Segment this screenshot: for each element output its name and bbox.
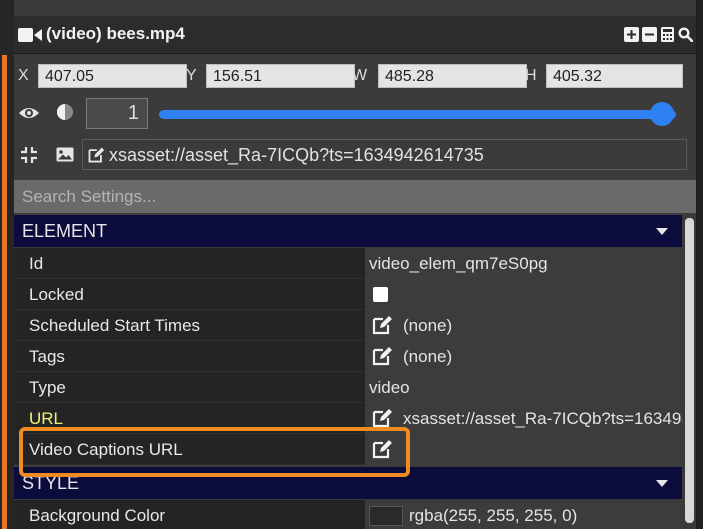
image-icon[interactable] <box>56 147 74 162</box>
search-settings-input[interactable] <box>14 180 696 213</box>
scheduled-value: (none) <box>403 316 453 335</box>
property-label-url: URL <box>29 409 64 428</box>
opacity-slider-knob[interactable] <box>650 102 674 126</box>
edit-icon[interactable] <box>371 439 393 459</box>
properties-panel: (video) bees.mp4 X 407.05 Y 156.51 W 485… <box>14 0 696 529</box>
chevron-down-icon[interactable] <box>656 228 668 235</box>
property-row-background-color: Background Color rgba(255, 255, 255, 0) <box>14 500 682 529</box>
property-row-id: Id video_elem_qm7eS0pg <box>14 248 682 279</box>
opacity-input[interactable]: 1 <box>86 98 148 129</box>
property-row-tags: Tags (none) <box>14 341 682 372</box>
property-row-locked: Locked <box>14 279 682 310</box>
property-row-url: URL xsasset://asset_Ra-7ICQb?ts=16349426… <box>14 403 682 434</box>
property-value-tags[interactable]: (none) <box>365 341 682 372</box>
chevron-down-icon[interactable] <box>656 480 668 487</box>
property-value-id[interactable]: video_elem_qm7eS0pg <box>365 248 682 279</box>
property-label-id: Id <box>29 254 44 273</box>
property-value-type: video <box>365 372 682 403</box>
orange-accent-bar <box>2 55 7 529</box>
scrollbar-thumb[interactable] <box>685 218 694 523</box>
opacity-slider[interactable] <box>159 110 676 119</box>
property-value-background-color[interactable]: rgba(255, 255, 255, 0) <box>365 500 682 529</box>
left-side-strip <box>0 0 14 529</box>
source-url-value: xsasset://asset_Ra-7ICQb?ts=163494261473… <box>109 145 484 165</box>
calculator-icon[interactable] <box>660 27 675 42</box>
source-row: xsasset://asset_Ra-7ICQb?ts=163494261473… <box>14 138 696 172</box>
contrast-icon[interactable] <box>56 103 74 121</box>
url-value: xsasset://asset_Ra-7ICQb?ts=163494261473… <box>403 409 682 428</box>
edit-icon[interactable] <box>371 408 393 428</box>
tags-value: (none) <box>403 347 453 366</box>
search-settings-bar <box>14 180 696 213</box>
edit-icon[interactable] <box>371 346 393 366</box>
edit-icon[interactable] <box>87 146 105 164</box>
background-color-value: rgba(255, 255, 255, 0) <box>409 506 578 525</box>
panel-titlebar: (video) bees.mp4 <box>14 16 696 54</box>
minus-square-icon[interactable] <box>642 27 657 42</box>
h-label: H <box>525 67 537 84</box>
property-row-type: Type video <box>14 372 682 403</box>
property-row-scheduled-start-times: Scheduled Start Times (none) <box>14 310 682 341</box>
section-header-style[interactable]: STYLE <box>14 467 682 499</box>
property-label-background-color: Background Color <box>29 506 166 525</box>
section-title-style: STYLE <box>22 473 80 493</box>
property-value-scheduled-start-times[interactable]: (none) <box>365 310 682 341</box>
geometry-row: X 407.05 Y 156.51 W 485.28 H 405.32 <box>14 60 696 92</box>
property-label-type: Type <box>29 378 66 397</box>
y-label: Y <box>186 67 197 84</box>
locked-checkbox[interactable] <box>373 287 388 302</box>
h-field[interactable]: 405.32 <box>546 64 683 88</box>
title-toolbar <box>624 27 693 42</box>
y-field[interactable]: 156.51 <box>206 64 355 88</box>
property-label-video-captions-url: Video Captions URL <box>29 440 183 459</box>
id-value: video_elem_qm7eS0pg <box>369 254 548 273</box>
property-value-video-captions-url[interactable] <box>365 434 682 465</box>
type-value: video <box>369 378 410 397</box>
eye-icon[interactable] <box>18 104 40 122</box>
property-label-locked: Locked <box>29 285 84 304</box>
panel-title: (video) bees.mp4 <box>46 24 185 43</box>
search-icon[interactable] <box>678 27 693 42</box>
source-url-field[interactable]: xsasset://asset_Ra-7ICQb?ts=163494261473… <box>82 139 687 170</box>
x-label: X <box>18 67 29 84</box>
property-row-video-captions-url: Video Captions URL <box>14 434 682 465</box>
compress-icon[interactable] <box>20 146 38 164</box>
plus-square-icon[interactable] <box>624 27 639 42</box>
color-swatch[interactable] <box>369 506 403 526</box>
x-field[interactable]: 407.05 <box>38 64 187 88</box>
scrollbar[interactable] <box>682 214 696 529</box>
video-camera-icon <box>18 28 42 42</box>
property-label-scheduled-start-times: Scheduled Start Times <box>29 316 201 335</box>
w-field[interactable]: 485.28 <box>378 64 527 88</box>
section-title-element: ELEMENT <box>22 221 108 241</box>
property-value-url[interactable]: xsasset://asset_Ra-7ICQb?ts=163494261473… <box>365 403 682 434</box>
property-value-locked <box>365 279 682 310</box>
section-header-element[interactable]: ELEMENT <box>14 215 682 247</box>
right-side-strip <box>696 0 703 529</box>
visibility-row: 1 <box>14 96 696 132</box>
w-label: W <box>352 67 368 84</box>
property-label-tags: Tags <box>29 347 65 366</box>
edit-icon[interactable] <box>371 315 393 335</box>
